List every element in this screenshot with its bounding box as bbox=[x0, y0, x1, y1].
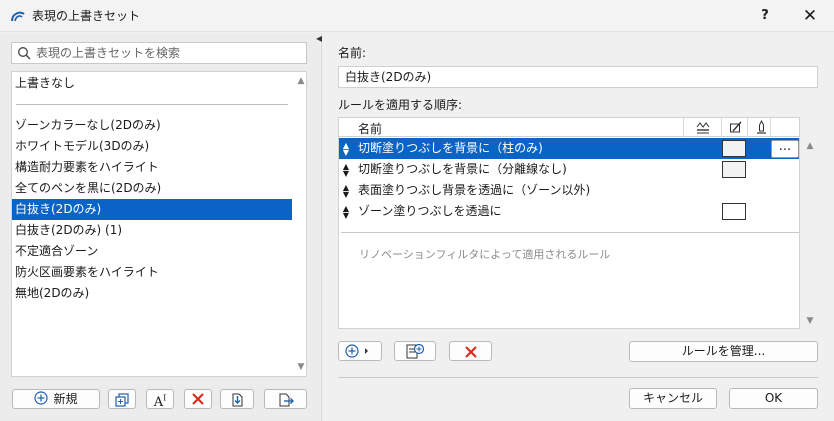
reorder-handle-icon[interactable]: ▲ ▼ bbox=[341, 205, 351, 220]
fill-swatch[interactable] bbox=[722, 161, 746, 178]
list-item[interactable]: 防火区画要素をハイライト bbox=[12, 262, 292, 283]
export-button[interactable] bbox=[264, 389, 307, 409]
plus-circle-icon bbox=[34, 391, 49, 405]
rule-row[interactable]: ▲ ▼ 表面塗りつぶし背景を透過に（ゾーン以外) bbox=[339, 180, 799, 201]
duplicate-button[interactable] bbox=[108, 389, 136, 409]
column-name: 名前 bbox=[358, 122, 383, 136]
delete-icon bbox=[192, 393, 204, 405]
rule-library-button[interactable] bbox=[394, 341, 436, 361]
plus-circle-icon bbox=[345, 344, 368, 358]
rename-icon: AI bbox=[153, 394, 167, 411]
renovation-separator bbox=[341, 232, 799, 233]
list-item[interactable]: 不定適合ゾーン bbox=[12, 241, 292, 262]
list-item[interactable]: ゾーンカラーなし(2Dのみ) bbox=[12, 115, 292, 136]
cut-fill-column-icon[interactable] bbox=[696, 121, 710, 134]
list-item[interactable]: ホワイトモデル(3Dのみ) bbox=[12, 136, 292, 157]
import-button[interactable] bbox=[220, 389, 254, 409]
reorder-handle-icon[interactable]: ▲ ▼ bbox=[341, 142, 351, 157]
delete-set-button[interactable] bbox=[184, 389, 212, 409]
rename-button[interactable]: AI bbox=[146, 389, 174, 411]
rule-label: 切断塗りつぶしを背景に（分離線なし) bbox=[358, 162, 567, 176]
override-set-list[interactable]: 上書きなし ゾーンカラーなし(2Dのみ) ホワイトモデル(3Dのみ) 構造耐力要素を… bbox=[11, 71, 307, 377]
fill-swatch[interactable] bbox=[722, 140, 746, 157]
rule-row[interactable]: ▲ ▼ 切断塗りつぶしを背景に（分離線なし) bbox=[339, 159, 799, 180]
rules-table-header: 名前 bbox=[339, 118, 799, 137]
scroll-down-icon[interactable]: ▼ bbox=[295, 362, 307, 372]
archicad-icon bbox=[11, 11, 25, 22]
duplicate-icon bbox=[115, 393, 129, 407]
list-item[interactable]: 白抜き(2Dのみ) (1) bbox=[12, 220, 292, 241]
search-box[interactable] bbox=[11, 42, 307, 64]
rules-scroll-down-icon[interactable]: ▼ bbox=[804, 316, 816, 326]
rule-library-icon bbox=[406, 343, 425, 359]
new-button-label: 新規 bbox=[53, 392, 78, 406]
scroll-up-icon[interactable]: ▲ bbox=[295, 76, 307, 86]
new-button[interactable]: 新規 bbox=[12, 389, 100, 409]
window-title: 表現の上書きセット bbox=[32, 9, 141, 23]
import-icon bbox=[232, 393, 243, 407]
add-rule-button[interactable] bbox=[338, 341, 382, 361]
manage-rules-button[interactable]: ルールを管理... bbox=[629, 341, 818, 362]
search-icon bbox=[18, 47, 31, 60]
rule-more-button[interactable]: ... bbox=[771, 140, 799, 158]
list-item[interactable]: 白抜き(2Dのみ) bbox=[12, 199, 292, 220]
export-icon bbox=[279, 393, 294, 407]
close-button[interactable]: ✕ bbox=[792, 4, 828, 28]
rule-label: ゾーン塗りつぶしを透過に bbox=[358, 204, 502, 218]
name-field[interactable]: 白抜き(2Dのみ) bbox=[338, 66, 818, 88]
reorder-handle-icon[interactable]: ▲ ▼ bbox=[341, 184, 351, 199]
rule-label: 表面塗りつぶし背景を透過に（ゾーン以外) bbox=[358, 183, 591, 197]
pen-column-icon[interactable] bbox=[756, 120, 767, 134]
fill-swatch[interactable] bbox=[722, 203, 746, 220]
list-separator bbox=[16, 104, 288, 105]
help-button[interactable]: ? bbox=[748, 4, 782, 28]
reorder-handle-icon[interactable]: ▲ ▼ bbox=[341, 163, 351, 178]
rule-label: 切断塗りつぶしを背景に（柱のみ) bbox=[358, 141, 543, 155]
rule-row[interactable]: ▲ ▼ ゾーン塗りつぶしを透過に bbox=[339, 201, 799, 222]
renovation-note: リノベーションフィルタによって適用されるルール bbox=[359, 248, 611, 261]
list-item-no-override[interactable]: 上書きなし bbox=[12, 73, 292, 94]
remove-rule-button[interactable] bbox=[449, 341, 492, 361]
cancel-button[interactable]: キャンセル bbox=[629, 388, 717, 409]
fill-pen-column-icon[interactable] bbox=[729, 121, 742, 134]
rule-order-label: ルールを適用する順序: bbox=[338, 98, 463, 112]
delete-icon bbox=[464, 346, 477, 358]
name-label: 名前: bbox=[338, 46, 367, 60]
list-item[interactable]: 全てのペンを黒に(2Dのみ) bbox=[12, 178, 292, 199]
rule-row[interactable]: ▲ ▼ 切断塗りつぶしを背景に（柱のみ) bbox=[339, 138, 799, 159]
rules-table[interactable]: 名前 ▲ ▼ 切断塗りつぶしを背景に（柱のみ) ▲ ▼ 切断塗りつぶしを背景に（分離線… bbox=[338, 117, 800, 329]
list-item[interactable]: 構造耐力要素をハイライト bbox=[12, 157, 292, 178]
rules-scroll-up-icon[interactable]: ▲ bbox=[804, 141, 816, 151]
ok-button[interactable]: OK bbox=[729, 388, 818, 409]
list-item[interactable]: 無地(2Dのみ) bbox=[12, 283, 292, 304]
footer-separator bbox=[338, 377, 818, 378]
search-input[interactable] bbox=[36, 44, 302, 62]
